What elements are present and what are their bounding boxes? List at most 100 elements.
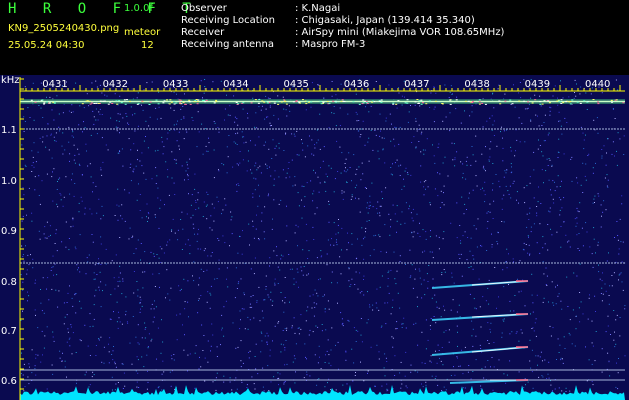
noise-speckle	[147, 212, 149, 213]
noise-speckle	[497, 243, 499, 245]
noise-speckle	[487, 287, 489, 289]
carrier-speckle	[116, 103, 119, 105]
noise-speckle	[359, 136, 361, 138]
noise-speckle	[209, 292, 211, 294]
noise-speckle	[415, 146, 417, 148]
noise-speckle	[24, 386, 26, 388]
noise-speckle	[203, 335, 205, 336]
noise-speckle	[99, 289, 100, 291]
noise-speckle	[153, 308, 155, 310]
noise-speckle	[548, 377, 550, 379]
noise-speckle	[137, 149, 138, 151]
carrier-speckle	[597, 101, 599, 103]
noise-speckle	[613, 310, 615, 311]
noise-speckle	[359, 292, 361, 294]
noise-speckle	[409, 249, 411, 251]
noise-speckle	[196, 146, 198, 148]
noise-speckle	[242, 136, 244, 138]
noise-speckle	[316, 303, 318, 305]
noise-speckle	[46, 388, 48, 390]
noise-speckle	[230, 219, 232, 221]
noise-speckle	[139, 194, 141, 195]
noise-speckle	[237, 124, 239, 126]
noise-speckle	[266, 165, 268, 167]
noise-speckle	[355, 173, 357, 175]
noise-speckle	[471, 335, 473, 337]
carrier-speckle	[414, 101, 417, 103]
noise-speckle	[43, 233, 45, 235]
carrier-speckle	[539, 103, 542, 105]
noise-speckle	[141, 152, 143, 154]
noise-speckle	[358, 198, 360, 200]
noise-speckle	[119, 113, 121, 115]
noise-speckle	[147, 346, 149, 348]
noise-speckle	[597, 132, 599, 134]
noise-speckle	[505, 261, 507, 262]
noise-speckle	[69, 345, 71, 347]
noise-speckle	[443, 204, 445, 206]
noise-speckle	[601, 215, 602, 217]
carrier-speckle	[380, 99, 383, 101]
noise-speckle	[466, 156, 468, 158]
noise-speckle	[130, 106, 132, 108]
noise-speckle	[268, 296, 270, 298]
noise-speckle	[211, 229, 213, 231]
noise-speckle	[267, 116, 269, 118]
noise-speckle	[385, 323, 387, 325]
noise-speckle	[255, 178, 257, 180]
carrier-speckle	[322, 101, 325, 103]
noise-speckle	[316, 384, 318, 386]
noise-speckle	[337, 302, 338, 304]
noise-speckle	[252, 225, 254, 227]
carrier-speckle	[179, 99, 182, 101]
noise-speckle	[52, 336, 54, 338]
noise-speckle	[437, 384, 439, 386]
noise-speckle	[247, 117, 249, 119]
noise-speckle	[160, 117, 162, 119]
noise-speckle	[331, 95, 333, 97]
noise-speckle	[404, 96, 405, 98]
noise-speckle	[78, 153, 80, 155]
noise-speckle	[370, 129, 372, 131]
noise-speckle	[118, 276, 120, 278]
noise-speckle	[235, 142, 237, 144]
carrier-speckle	[189, 103, 192, 105]
noise-speckle	[280, 258, 282, 260]
carrier-speckle	[534, 99, 537, 101]
noise-speckle	[145, 120, 147, 122]
noise-speckle	[48, 235, 50, 237]
noise-speckle	[58, 113, 60, 115]
noise-speckle	[100, 236, 102, 238]
noise-speckle	[110, 117, 112, 119]
carrier-speckle	[392, 103, 395, 105]
noise-speckle	[369, 306, 371, 308]
noise-speckle	[34, 365, 36, 367]
noise-speckle	[239, 328, 241, 330]
noise-speckle	[345, 171, 347, 173]
carrier-speckle	[371, 100, 374, 102]
noise-speckle	[314, 147, 316, 149]
noise-speckle	[81, 174, 83, 176]
noise-speckle	[434, 162, 436, 164]
noise-speckle	[187, 239, 189, 241]
noise-speckle	[612, 141, 614, 143]
noise-speckle	[220, 344, 221, 346]
noise-speckle	[130, 163, 132, 165]
carrier-speckle	[148, 104, 151, 105]
carrier-speckle	[568, 101, 571, 103]
noise-speckle	[37, 354, 39, 356]
noise-speckle	[155, 216, 156, 218]
noise-speckle	[171, 229, 173, 231]
noise-speckle	[386, 383, 388, 385]
noise-speckle	[306, 310, 308, 312]
noise-speckle	[177, 229, 179, 231]
noise-speckle	[170, 355, 172, 357]
noise-speckle	[192, 275, 193, 277]
noise-speckle	[516, 331, 518, 333]
meteor-count-value: 12	[141, 40, 154, 51]
noise-speckle	[407, 172, 409, 174]
noise-speckle	[542, 247, 544, 249]
noise-speckle	[345, 158, 347, 160]
noise-speckle	[128, 124, 130, 125]
carrier-speckle	[622, 102, 625, 104]
